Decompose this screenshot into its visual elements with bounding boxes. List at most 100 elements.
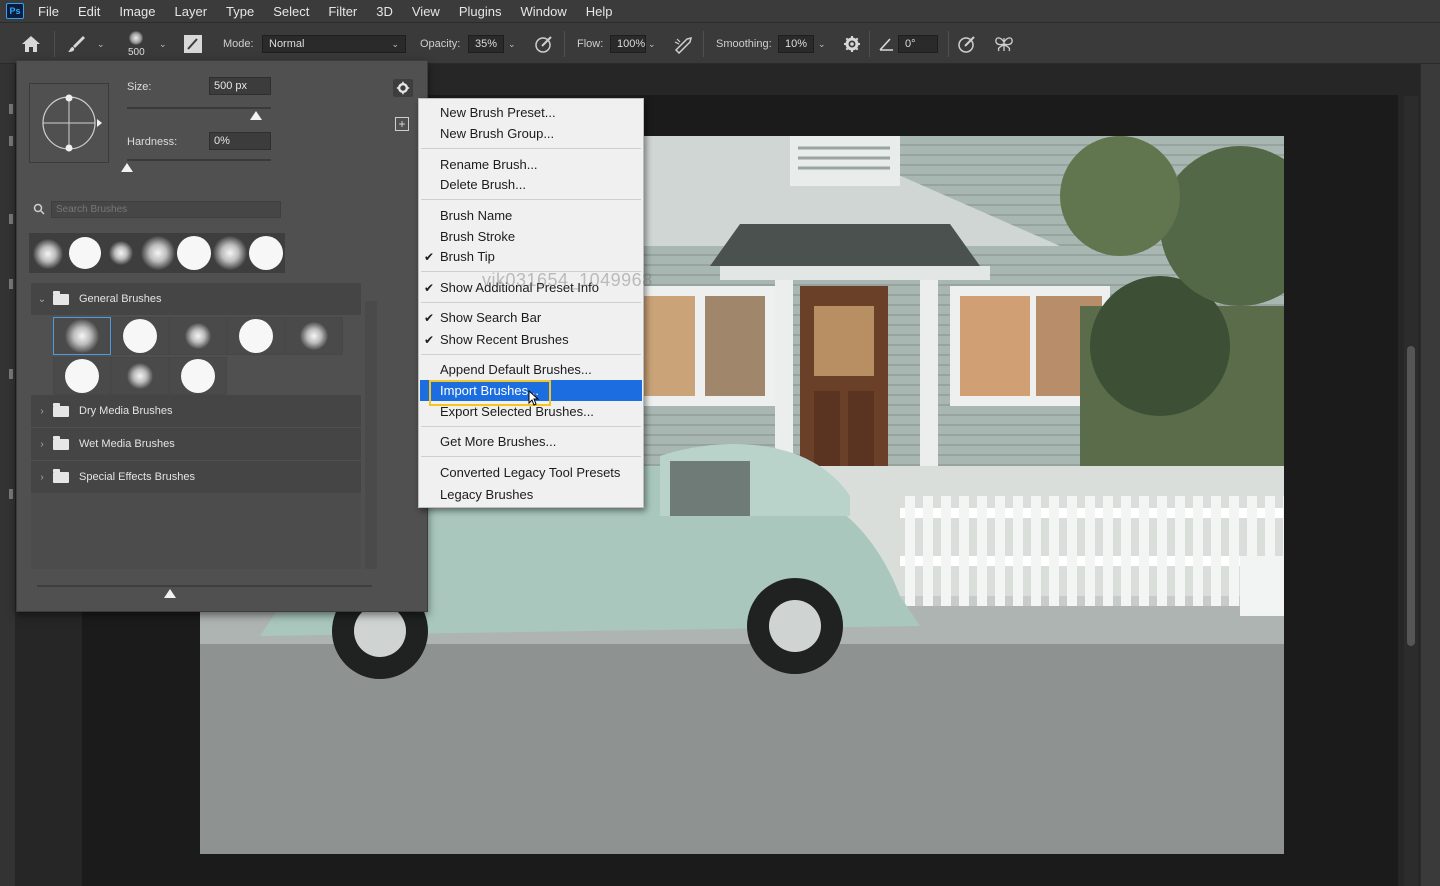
recent-brush-1[interactable] [33, 239, 63, 269]
brush-panel-context-menu: New Brush Preset... New Brush Group... R… [418, 98, 644, 508]
chevron-right-icon: › [40, 438, 44, 450]
menu-image[interactable]: Image [119, 4, 155, 19]
menu-item-new-brush-group[interactable]: New Brush Group... [420, 123, 642, 144]
general-brushes-grid [31, 315, 361, 397]
brush-list-scrollbar[interactable] [365, 301, 377, 569]
menu-item-label: Brush Name [440, 208, 513, 223]
brush-picker-chevron-down-icon[interactable]: ⌄ [159, 23, 167, 65]
hardness-slider-track[interactable] [127, 159, 271, 161]
menu-separator [421, 426, 641, 427]
thumbnail-size-slider-thumb[interactable] [164, 589, 176, 598]
menu-file[interactable]: File [38, 4, 59, 19]
menu-bar: Ps File Edit Image Layer Type Select Fil… [0, 0, 1440, 22]
size-label: Size: [127, 81, 152, 93]
photoshop-logo: Ps [6, 3, 24, 19]
menu-item-append-default-brushes[interactable]: Append Default Brushes... [420, 359, 642, 380]
brush-settings-panel-icon[interactable] [183, 23, 203, 65]
flow-input[interactable]: 100% [610, 35, 646, 53]
brush-group-wet-media[interactable]: › Wet Media Brushes [31, 428, 361, 460]
brush-tip-angle-preview[interactable] [29, 83, 109, 163]
vertical-scroll-thumb[interactable] [1407, 346, 1415, 646]
menu-item-rename-brush[interactable]: Rename Brush... [420, 154, 642, 175]
recent-brush-3[interactable] [109, 241, 133, 265]
hardness-slider-thumb[interactable] [121, 163, 133, 172]
menu-3d[interactable]: 3D [376, 4, 393, 19]
menu-item-brush-name[interactable]: Brush Name [420, 205, 642, 226]
menu-plugins[interactable]: Plugins [459, 4, 502, 19]
menu-item-legacy-brushes[interactable]: Legacy Brushes [420, 484, 642, 505]
brush-tool-icon[interactable] [66, 23, 88, 65]
brush-preset-hard-round-4[interactable] [53, 357, 111, 395]
size-input[interactable]: 500 px [209, 77, 271, 95]
checkmark-icon: ✔ [424, 332, 435, 347]
flow-chevron-down-icon[interactable]: ⌄ [648, 23, 656, 65]
pressure-size-icon[interactable] [957, 23, 977, 65]
brush-preset-soft-round[interactable] [53, 317, 111, 355]
symmetry-butterfly-icon[interactable] [993, 23, 1015, 65]
mode-select[interactable]: Normal ⌄ [262, 35, 406, 53]
folder-icon [53, 468, 69, 483]
chevron-down-icon: ⌄ [37, 293, 47, 305]
brush-preset-soft-round-5[interactable] [111, 357, 169, 395]
hardness-input[interactable]: 0% [209, 132, 271, 150]
menu-item-brush-stroke[interactable]: Brush Stroke [420, 226, 642, 247]
panel-settings-gear-icon[interactable] [393, 79, 413, 97]
menu-item-new-brush-preset[interactable]: New Brush Preset... [420, 102, 642, 123]
home-icon[interactable] [20, 23, 42, 65]
new-preset-plus-icon[interactable]: + [395, 117, 409, 131]
recent-brush-2[interactable] [69, 237, 101, 269]
thumbnail-size-slider-track[interactable] [37, 585, 372, 587]
menu-select[interactable]: Select [273, 4, 309, 19]
search-brushes-input[interactable]: Search Brushes [51, 201, 281, 218]
tools-panel-edge[interactable] [0, 64, 16, 886]
watermark-text: vik031654_1049968 [482, 270, 653, 290]
smoothing-gear-icon[interactable] [843, 23, 861, 65]
menu-view[interactable]: View [412, 4, 440, 19]
brush-size-readout: 500 [128, 46, 145, 58]
brush-group-dry-media[interactable]: › Dry Media Brushes [31, 395, 361, 427]
right-panel-dock-edge[interactable] [1420, 64, 1440, 886]
smoothing-chevron-down-icon[interactable]: ⌄ [818, 23, 826, 65]
opacity-chevron-down-icon[interactable]: ⌄ [508, 23, 516, 65]
menu-item-converted-legacy-tool-presets[interactable]: Converted Legacy Tool Presets [420, 462, 642, 483]
brush-preset-hard-round[interactable] [111, 317, 169, 355]
brush-preset-soft-round-small[interactable] [169, 317, 227, 355]
angle-input[interactable]: 0° [898, 35, 938, 53]
smoothing-input[interactable]: 10% [778, 35, 814, 53]
menu-separator [421, 199, 641, 200]
opacity-input[interactable]: 35% [468, 35, 504, 53]
menu-filter[interactable]: Filter [328, 4, 357, 19]
checkmark-icon: ✔ [424, 280, 435, 295]
recent-brush-4[interactable] [141, 236, 175, 270]
menu-item-label: Rename Brush... [440, 157, 538, 172]
brush-group-general[interactable]: ⌄ General Brushes [31, 283, 361, 315]
brush-group-special-effects[interactable]: › Special Effects Brushes [31, 461, 361, 493]
brush-preset-soft-round-3[interactable] [285, 317, 343, 355]
recent-brush-5[interactable] [177, 236, 211, 270]
menu-item-show-recent-brushes[interactable]: ✔ Show Recent Brushes [420, 329, 642, 350]
brush-group-label: Special Effects Brushes [79, 471, 195, 483]
pressure-opacity-icon[interactable] [534, 23, 554, 65]
checkmark-icon: ✔ [424, 249, 435, 264]
recent-brush-7[interactable] [249, 236, 283, 270]
size-slider-track[interactable] [127, 107, 271, 109]
menu-help[interactable]: Help [586, 4, 613, 19]
airbrush-icon[interactable] [673, 23, 695, 65]
menu-item-show-search-bar[interactable]: ✔ Show Search Bar [420, 307, 642, 328]
menu-item-brush-tip[interactable]: ✔ Brush Tip [420, 246, 642, 267]
menu-edit[interactable]: Edit [78, 4, 100, 19]
brush-preset-picker[interactable]: 500 [128, 23, 145, 65]
tool-preset-chevron-down-icon[interactable]: ⌄ [97, 23, 105, 65]
menu-item-label: Brush Tip [440, 249, 495, 264]
menu-item-delete-brush[interactable]: Delete Brush... [420, 174, 642, 195]
brush-preset-hard-round-6[interactable] [169, 357, 227, 395]
brush-preset-hard-round-2[interactable] [227, 317, 285, 355]
size-slider-thumb[interactable] [250, 111, 262, 120]
menu-type[interactable]: Type [226, 4, 254, 19]
menu-item-label: Converted Legacy Tool Presets [440, 465, 621, 480]
menu-item-get-more-brushes[interactable]: Get More Brushes... [420, 431, 642, 452]
menu-window[interactable]: Window [520, 4, 566, 19]
menu-layer[interactable]: Layer [175, 4, 208, 19]
vertical-scrollbar[interactable] [1404, 96, 1418, 886]
recent-brush-6[interactable] [213, 236, 247, 270]
